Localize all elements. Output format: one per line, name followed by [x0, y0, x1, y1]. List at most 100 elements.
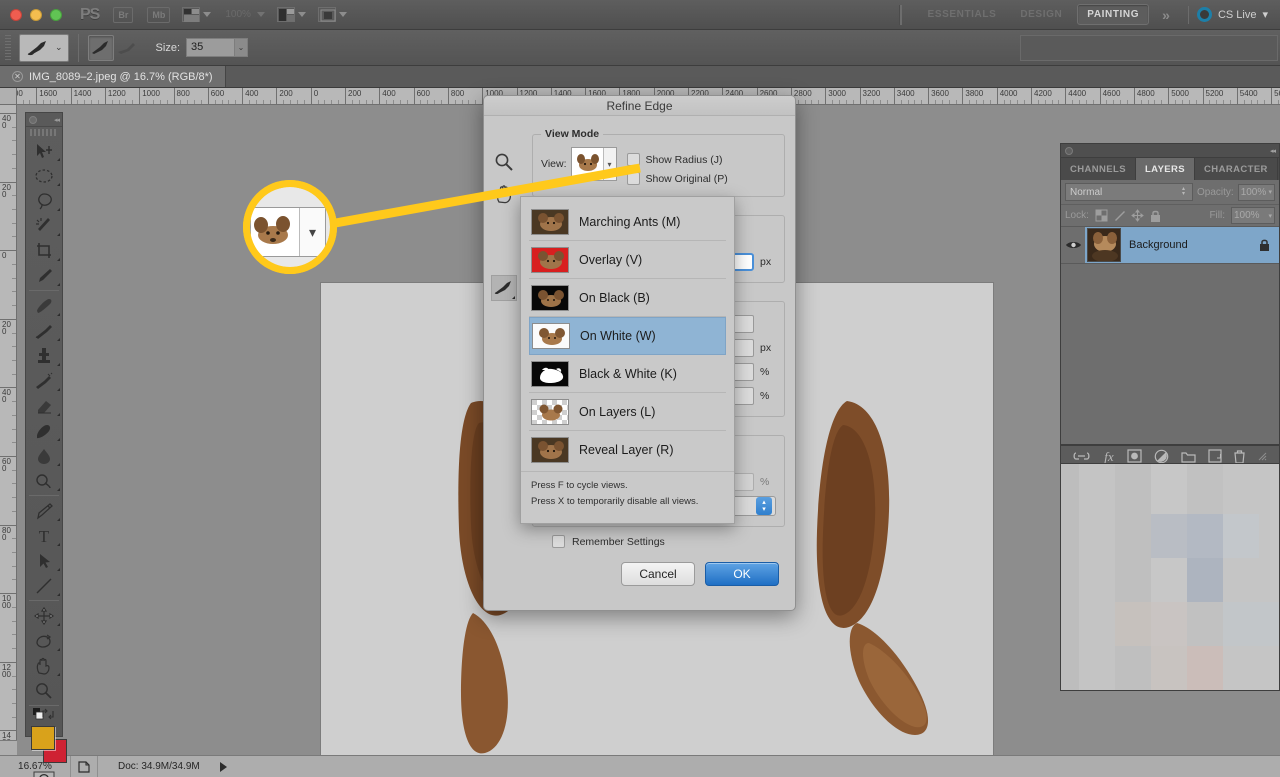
sidebar-item-3d-object-rotate-tool[interactable] — [26, 603, 62, 628]
workspace-grip[interactable] — [898, 4, 902, 25]
sidebar-item-type-tool[interactable]: T — [26, 523, 62, 548]
view-mode-option-on-layers[interactable]: On Layers (L) — [529, 393, 726, 431]
sidebar-item-eraser-tool[interactable] — [26, 393, 62, 418]
sidebar-item-history-brush-tool[interactable] — [26, 368, 62, 393]
window-controls[interactable] — [10, 8, 62, 21]
ruler-origin-box[interactable] — [0, 88, 17, 105]
sidebar-item-blur-tool[interactable] — [26, 443, 62, 468]
link-icon[interactable] — [1073, 450, 1090, 462]
document-info-icon[interactable] — [71, 760, 97, 774]
color-swatches[interactable] — [31, 726, 67, 766]
lock-transparent-pixels-icon[interactable] — [1095, 209, 1108, 222]
fill-chevron-down-icon[interactable]: ▾ — [1268, 212, 1272, 220]
delete-layer-icon[interactable] — [1233, 449, 1246, 464]
close-window-button[interactable] — [10, 8, 22, 21]
output-to-stepper-icon[interactable]: ▴ ▾ — [756, 497, 772, 515]
tab-character[interactable]: CHARACTER — [1195, 158, 1278, 180]
blend-mode-select[interactable]: Normal ▴ ▾ — [1065, 183, 1193, 201]
cs-live-menu[interactable]: CS Live ▾ — [1196, 7, 1268, 22]
quick-mask-toggle[interactable] — [26, 768, 62, 777]
maximize-window-button[interactable] — [50, 8, 62, 21]
view-mode-option-on-white[interactable]: On White (W) — [529, 317, 726, 355]
view-extras-menu[interactable] — [182, 7, 212, 22]
close-icon[interactable]: ✕ — [12, 71, 23, 82]
view-mode-option-black-and-white[interactable]: Black & White (K) — [529, 355, 726, 393]
mini-bridge-icon[interactable]: Mb — [147, 6, 171, 23]
status-menu-arrow-icon[interactable] — [219, 761, 227, 772]
lock-position-icon[interactable] — [1131, 209, 1144, 222]
sidebar-item-pen-tool[interactable] — [26, 498, 62, 523]
sidebar-item-zoom-tool[interactable] — [26, 678, 62, 703]
opacity-chevron-down-icon[interactable]: ▾ — [1268, 188, 1272, 196]
collapse-dock-icon[interactable]: ◂◂ — [1270, 147, 1276, 155]
new-group-icon[interactable] — [1181, 450, 1196, 463]
dialog-zoom-tool[interactable] — [484, 146, 524, 178]
view-mode-swatch[interactable]: ▾ — [570, 147, 617, 181]
workspace-tab-design[interactable]: DESIGN — [1011, 5, 1071, 24]
blend-mode-stepper-icon[interactable]: ▴ ▾ — [1179, 185, 1188, 199]
ok-button[interactable]: OK — [705, 562, 779, 586]
cancel-button[interactable]: Cancel — [621, 562, 695, 586]
brush-size-value[interactable]: 35 — [187, 39, 234, 56]
tab-layers[interactable]: LAYERS — [1135, 158, 1196, 180]
sidebar-item-crop-tool[interactable] — [26, 238, 62, 263]
lower-preview-panel[interactable] — [1060, 463, 1280, 691]
view-mode-chevron-down-icon[interactable]: ▾ — [602, 148, 616, 180]
opacity-field[interactable]: 100% ▾ — [1237, 183, 1275, 201]
sidebar-item-dodge-tool[interactable] — [26, 468, 62, 493]
sidebar-item-magic-wand-tool[interactable] — [26, 213, 62, 238]
brush-size-field[interactable]: 35 ⌄ — [186, 38, 249, 57]
options-bar-grip[interactable] — [5, 34, 11, 61]
show-radius-checkbox[interactable] — [626, 153, 640, 166]
bridge-icon[interactable]: Br — [113, 6, 134, 23]
view-mode-option-reveal-layer[interactable]: Reveal Layer (R) — [529, 431, 726, 469]
tools-panel-grip[interactable] — [30, 129, 58, 136]
view-mode-option-on-black[interactable]: On Black (B) — [529, 279, 726, 317]
sidebar-item-clone-stamp-tool[interactable] — [26, 343, 62, 368]
sidebar-item-3d-camera-rotate-tool[interactable] — [26, 628, 62, 653]
show-original-checkbox[interactable] — [626, 172, 640, 185]
lock-image-pixels-icon[interactable] — [1113, 209, 1126, 222]
arrange-documents-menu[interactable] — [276, 7, 306, 22]
sidebar-item-gradient-tool[interactable] — [26, 418, 62, 443]
screen-mode-menu[interactable] — [317, 7, 347, 22]
lock-all-icon[interactable] — [1149, 209, 1162, 223]
fx-icon[interactable]: fx — [1102, 449, 1116, 463]
foreground-color-swatch[interactable] — [31, 726, 55, 750]
document-tab[interactable]: ✕ IMG_8089–2.jpeg @ 16.7% (RGB/8*) — [0, 66, 226, 87]
fill-field[interactable]: 100% ▾ — [1231, 207, 1275, 224]
sidebar-item-healing-brush-tool[interactable] — [26, 293, 62, 318]
sidebar-item-eyedropper-tool[interactable] — [26, 263, 62, 288]
remember-settings-checkbox[interactable] — [552, 535, 565, 548]
vertical-ruler[interactable]: 4002000200400600800100012001400 — [0, 105, 17, 755]
sidebar-item-move-tool[interactable] — [26, 138, 62, 163]
tool-preset-picker[interactable]: ⌄ — [19, 33, 69, 62]
layer-visibility-toggle[interactable] — [1061, 239, 1085, 251]
sidebar-item-lasso-tool[interactable] — [26, 188, 62, 213]
refine-radius-tool-button[interactable] — [491, 275, 517, 301]
workspace-tab-essentials[interactable]: ESSENTIALS — [919, 5, 1006, 24]
tab-channels[interactable]: CHANNELS — [1061, 158, 1136, 180]
layer-list-item[interactable]: Background — [1061, 226, 1279, 264]
minimize-window-button[interactable] — [30, 8, 42, 21]
layer-mask-icon[interactable] — [1127, 449, 1142, 463]
sidebar-item-line-tool[interactable] — [26, 573, 62, 598]
sidebar-item-brush-tool[interactable] — [26, 318, 62, 343]
adjustment-layer-icon[interactable] — [1154, 449, 1169, 464]
new-layer-icon[interactable] — [1208, 449, 1222, 463]
dialog-refine-radius-tool[interactable] — [484, 272, 524, 304]
view-mode-option-overlay[interactable]: Overlay (V) — [529, 241, 726, 279]
view-mode-dropdown-menu[interactable]: Marching Ants (M) Overlay (V) On Black (… — [520, 196, 735, 524]
tools-panel-header[interactable]: ◂◂ — [26, 113, 62, 127]
layer-row-background[interactable]: Background — [1085, 227, 1279, 263]
panel-resize-grip-icon[interactable] — [1258, 452, 1267, 461]
panel-dock-header[interactable]: ◂◂ — [1060, 143, 1280, 158]
sidebar-item-path-selection-tool[interactable] — [26, 548, 62, 573]
more-workspaces-icon[interactable]: » — [1162, 7, 1170, 23]
swap-colors-icon[interactable] — [41, 708, 55, 720]
refine-radius-mode-button[interactable] — [87, 34, 114, 61]
collapse-panel-icon[interactable]: ◂◂ — [54, 116, 60, 124]
workspace-tab-painting[interactable]: PAINTING — [1077, 4, 1150, 25]
dialog-hand-tool[interactable] — [484, 178, 524, 210]
sidebar-item-hand-tool[interactable] — [26, 653, 62, 678]
